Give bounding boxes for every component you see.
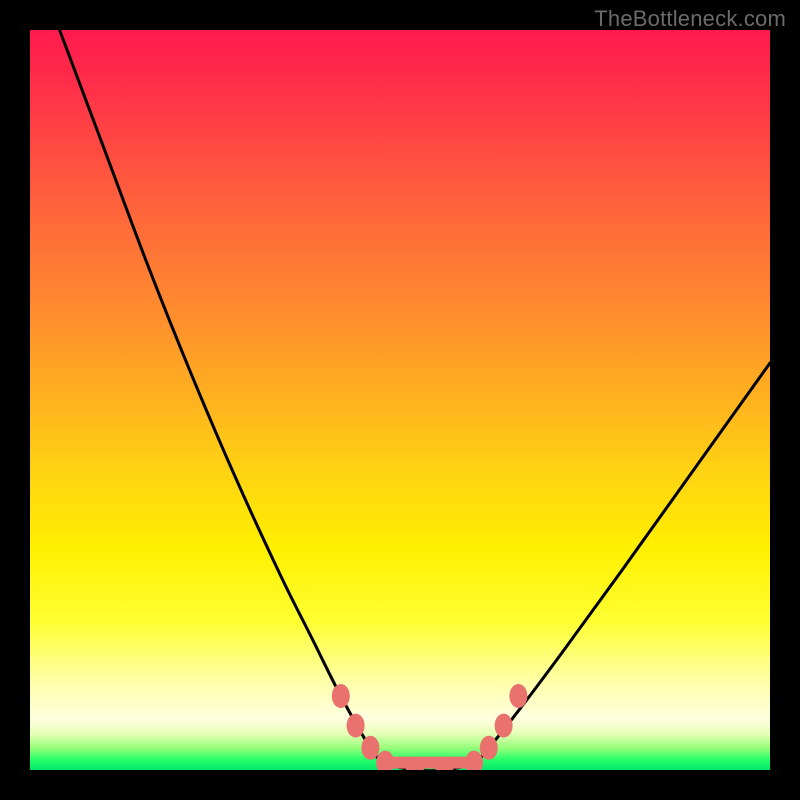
marker-bead: [495, 714, 513, 738]
marker-bead: [465, 751, 483, 770]
marker-bead: [361, 736, 379, 760]
chart-frame: [30, 30, 770, 770]
marker-bead: [332, 684, 350, 708]
bottleneck-curve: [60, 30, 770, 770]
marker-bead: [347, 714, 365, 738]
marker-bead: [509, 684, 527, 708]
marker-bead: [480, 736, 498, 760]
chart-svg: [30, 30, 770, 770]
marker-bead: [376, 751, 394, 770]
attribution-label: TheBottleneck.com: [594, 6, 786, 32]
